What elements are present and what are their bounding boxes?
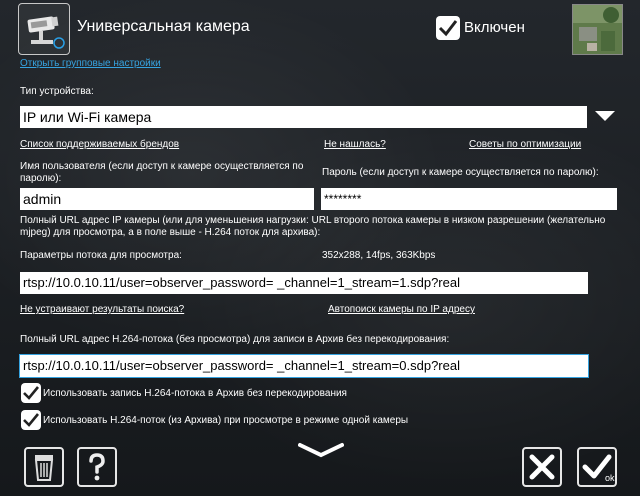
username-input[interactable]: admin <box>20 188 314 210</box>
not-found-link[interactable]: Не нашлась? <box>324 139 386 150</box>
stream-params-value: 352x288, 14fps, 363Kbps <box>322 250 436 261</box>
camera-preview-thumbnail[interactable] <box>572 4 623 55</box>
ok-button[interactable]: ok <box>577 447 617 487</box>
h264-url-input[interactable]: rtsp://10.0.10.11/user=observer_password… <box>19 354 589 378</box>
question-mark-icon <box>89 453 105 481</box>
expand-chevron-icon[interactable] <box>298 442 344 463</box>
username-label: Имя пользователя (если доступ к камере о… <box>20 161 304 184</box>
checkmark-icon <box>438 20 458 37</box>
password-label: Пароль (если доступ к камере осуществляе… <box>322 167 599 178</box>
cancel-button[interactable] <box>522 447 562 487</box>
delete-button[interactable] <box>24 447 64 487</box>
optimization-tips-link[interactable]: Советы по оптимизации <box>469 139 581 150</box>
auto-search-link[interactable]: Автопоиск камеры по IP адресу <box>328 304 475 315</box>
record-h264-checkbox[interactable] <box>21 383 41 403</box>
close-icon <box>529 454 555 480</box>
supported-brands-link[interactable]: Список поддерживаемых брендов <box>20 139 179 150</box>
camera-title: Универсальная камера <box>77 18 250 35</box>
url-description: Полный URL адрес IP камеры (или для умен… <box>20 215 606 238</box>
record-h264-label: Использовать запись H.264-потока в Архив… <box>43 388 347 399</box>
group-settings-link[interactable]: Открыть групповые настройки <box>20 58 161 69</box>
h264-url-description: Полный URL адрес H.264-потока (без просм… <box>20 334 450 345</box>
device-type-select[interactable]: IP или Wi-Fi камера <box>20 106 587 128</box>
use-h264-archive-label: Использовать H.264-поток (из Архива) при… <box>43 415 409 426</box>
checkmark-icon <box>23 413 40 427</box>
help-button[interactable] <box>77 447 117 487</box>
use-h264-archive-checkbox[interactable] <box>21 410 41 430</box>
checkmark-icon <box>23 386 40 400</box>
password-input[interactable]: ******** <box>321 188 617 210</box>
device-type-label: Тип устройства: <box>20 86 94 97</box>
enabled-label: Включен <box>464 19 525 36</box>
trash-icon <box>34 455 54 481</box>
enabled-checkbox[interactable] <box>436 16 460 40</box>
stream-url-input[interactable]: rtsp://10.0.10.11/user=observer_password… <box>20 272 588 294</box>
chevron-down-icon[interactable] <box>595 110 615 128</box>
bad-search-results-link[interactable]: Не устраивают результаты поиска? <box>20 304 184 315</box>
ok-label: ok <box>605 473 615 483</box>
camera-icon <box>18 3 70 55</box>
stream-params-label: Параметры потока для просмотра: <box>20 250 182 261</box>
